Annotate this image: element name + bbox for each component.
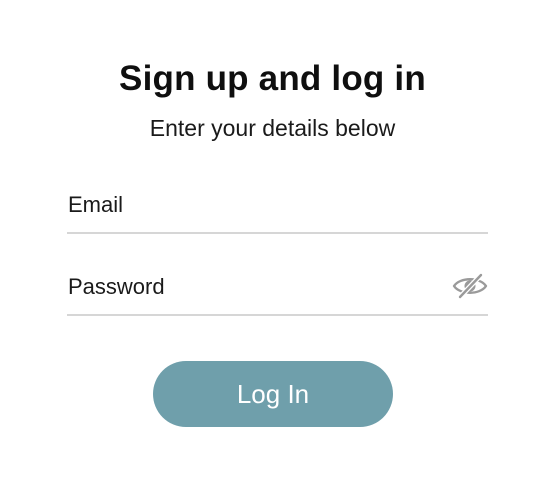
email-field[interactable] [67,190,438,220]
email-field-container [67,190,488,234]
password-field-container [67,272,488,316]
page-title: Sign up and log in [119,59,426,98]
password-field[interactable] [67,272,438,302]
login-button[interactable]: Log In [153,361,393,427]
login-card: Sign up and log in Enter your details be… [0,0,545,484]
eye-slash-icon[interactable] [452,272,488,300]
page-subtitle: Enter your details below [149,115,396,141]
